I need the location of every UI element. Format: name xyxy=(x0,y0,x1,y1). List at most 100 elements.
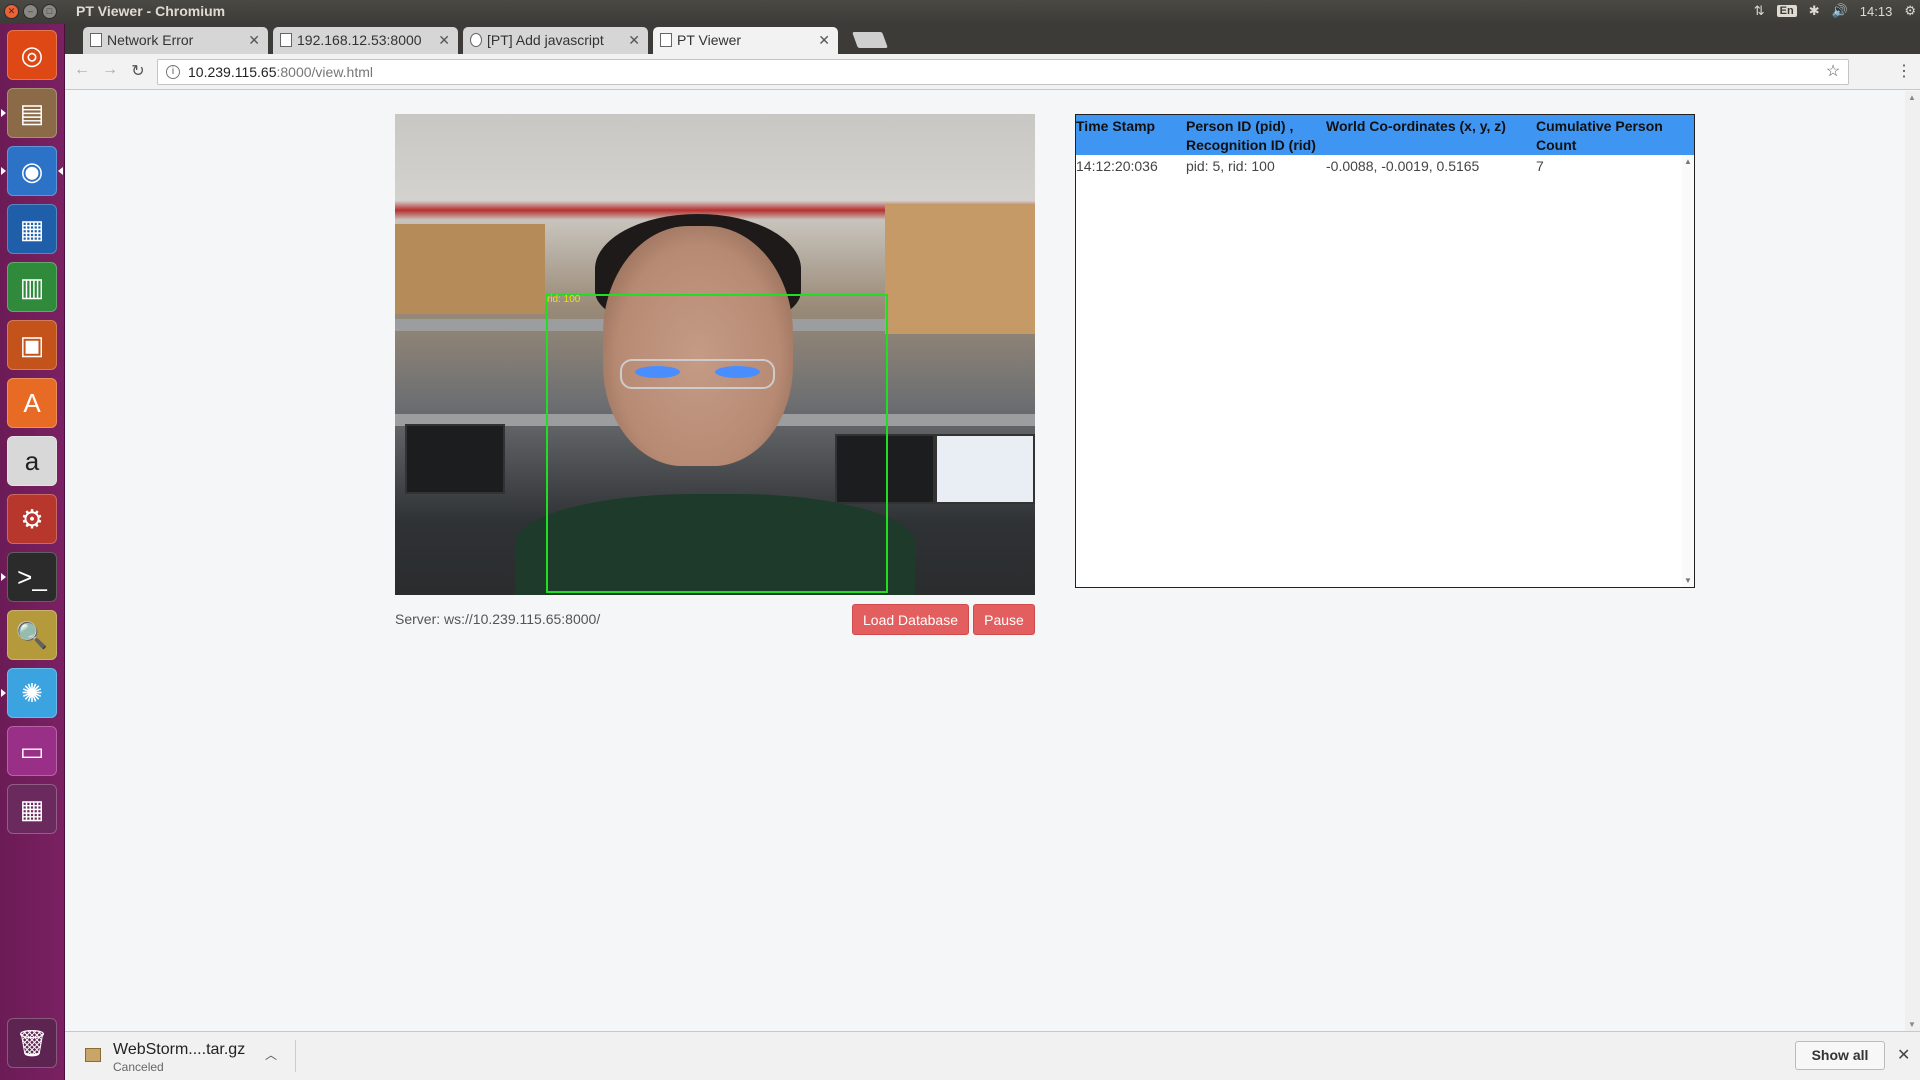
window-maximize-button[interactable]: □ xyxy=(42,4,57,19)
scroll-up-arrow-icon[interactable]: ▲ xyxy=(1684,157,1692,166)
detections-table: Time Stamp Person ID (pid) , Recognition… xyxy=(1075,114,1695,588)
divider xyxy=(295,1040,296,1072)
header-count-line1: Cumulative Person xyxy=(1536,118,1663,134)
settings-gear-icon[interactable]: ⚙ xyxy=(1904,3,1916,19)
software-center-icon[interactable]: A xyxy=(7,378,57,428)
chevron-up-icon[interactable]: ︿ xyxy=(265,1046,277,1063)
keyboard-layout-indicator[interactable]: En xyxy=(1776,5,1797,17)
monitor xyxy=(935,434,1035,504)
page-icon xyxy=(280,33,292,47)
table-header: Time Stamp Person ID (pid) , Recognition… xyxy=(1076,115,1694,155)
writer-icon[interactable]: ▦ xyxy=(7,204,57,254)
cell-ids: pid: 5, rid: 100 xyxy=(1186,158,1275,174)
reload-icon[interactable]: ↻ xyxy=(127,61,149,81)
network-icon[interactable]: ⇅ xyxy=(1754,3,1765,19)
impress-icon[interactable]: ▣ xyxy=(7,320,57,370)
bookmark-star-icon[interactable]: ☆ xyxy=(1818,60,1848,84)
download-filename[interactable]: WebStorm....tar.gz xyxy=(113,1041,245,1059)
calc-icon[interactable]: ▥ xyxy=(7,262,57,312)
cell-timestamp: 14:12:20:036 xyxy=(1076,158,1158,174)
window-minimize-button[interactable]: – xyxy=(23,4,38,19)
app-window-icon[interactable]: ▭ xyxy=(7,726,57,776)
launcher: ◎ ▤ ◉ ▦ ▥ ▣ A a ⚙ >_ 🔍 ✺ ▭ ▦ 🗑 xyxy=(0,24,65,1080)
download-shelf: WebStorm....tar.gz Canceled ︿ Show all ✕ xyxy=(65,1031,1920,1080)
recognition-label: rid: 100 xyxy=(547,294,581,305)
tab-label: 192.168.12.53:8000 xyxy=(297,32,422,48)
header-count-line2: Count xyxy=(1536,137,1577,153)
tab-close-icon[interactable]: ✕ xyxy=(438,27,450,53)
window-close-button[interactable]: ✕ xyxy=(4,4,19,19)
tab-ip-address[interactable]: 192.168.12.53:8000 ✕ xyxy=(273,27,458,54)
site-info-icon[interactable]: i xyxy=(166,65,180,79)
tab-close-icon[interactable]: ✕ xyxy=(628,27,640,53)
dash-home-icon[interactable]: ◎ xyxy=(7,30,57,80)
tab-strip: Network Error ✕ 192.168.12.53:8000 ✕ [PT… xyxy=(65,24,1920,54)
page-content: rid: 100 Server: ws://10.239.115.65:8000… xyxy=(65,91,1905,1031)
github-icon xyxy=(470,33,482,47)
volume-icon[interactable]: 🔊 xyxy=(1832,3,1848,19)
header-timestamp: Time Stamp xyxy=(1076,118,1156,134)
clock[interactable]: 14:13 xyxy=(1860,4,1893,19)
table-scrollbar[interactable]: ▲ ▼ xyxy=(1682,155,1694,587)
cell-count: 7 xyxy=(1536,158,1544,174)
server-address: Server: ws://10.239.115.65:8000/ xyxy=(395,611,601,627)
image-viewer-icon[interactable]: 🔍 xyxy=(7,610,57,660)
scroll-down-arrow-icon[interactable]: ▼ xyxy=(1908,1020,1916,1029)
header-person-id: Person ID (pid) , Recognition ID (rid) xyxy=(1186,117,1316,155)
system-settings-icon[interactable]: ⚙ xyxy=(7,494,57,544)
top-panel: ✕ – □ PT Viewer - Chromium ⇅ En ✱ 🔊 14:1… xyxy=(0,0,1920,24)
header-world-coordinates: World Co-ordinates (x, y, z) xyxy=(1326,118,1506,134)
running-indicator xyxy=(1,167,6,175)
new-tab-button[interactable] xyxy=(852,32,888,48)
header-person-id-line1: Person ID (pid) , xyxy=(1186,118,1294,134)
pause-button[interactable]: Pause xyxy=(973,604,1035,635)
url-host: 10.239.115.65 xyxy=(188,64,277,80)
terminal-icon[interactable]: >_ xyxy=(7,552,57,602)
active-indicator xyxy=(58,167,63,175)
load-database-button[interactable]: Load Database xyxy=(852,604,969,635)
chromium-icon[interactable]: ◉ xyxy=(7,146,57,196)
running-indicator xyxy=(1,109,6,117)
monitor xyxy=(405,424,505,494)
address-bar[interactable]: i 10.239.115.65:8000/view.html ☆ xyxy=(157,59,1849,85)
tab-label: PT Viewer xyxy=(677,32,742,48)
tab-label: [PT] Add javascript xyxy=(487,32,604,48)
scroll-up-arrow-icon[interactable]: ▲ xyxy=(1908,93,1916,102)
cardboard-box xyxy=(885,204,1035,334)
download-status: Canceled xyxy=(113,1060,164,1074)
close-icon[interactable]: ✕ xyxy=(1897,1045,1910,1065)
camera-feed: rid: 100 xyxy=(395,114,1035,595)
header-person-id-line2: Recognition ID (rid) xyxy=(1186,137,1316,153)
running-indicator xyxy=(1,573,6,581)
browser-menu-icon[interactable]: ⋮ xyxy=(1896,61,1912,81)
tab-close-icon[interactable]: ✕ xyxy=(818,27,830,53)
page-icon xyxy=(90,33,102,47)
browser-chrome: Network Error ✕ 192.168.12.53:8000 ✕ [PT… xyxy=(65,24,1920,90)
tab-network-error[interactable]: Network Error ✕ xyxy=(83,27,268,54)
trash-icon[interactable]: 🗑 xyxy=(7,1018,57,1068)
workspace-switcher-icon[interactable]: ▦ xyxy=(7,784,57,834)
files-icon[interactable]: ▤ xyxy=(7,88,57,138)
browser-toolbar: ← → ↻ i 10.239.115.65:8000/view.html ☆ ⋮ xyxy=(65,54,1920,90)
amazon-icon[interactable]: a xyxy=(7,436,57,486)
face-detection-box xyxy=(546,294,888,593)
tab-close-icon[interactable]: ✕ xyxy=(248,27,260,53)
forward-arrow-icon[interactable]: → xyxy=(99,61,121,79)
back-arrow-icon[interactable]: ← xyxy=(71,61,93,79)
system-monitor-icon[interactable]: ✺ xyxy=(7,668,57,718)
window-title: PT Viewer - Chromium xyxy=(76,3,226,19)
tab-github[interactable]: [PT] Add javascript ✕ xyxy=(463,27,648,54)
tab-pt-viewer[interactable]: PT Viewer ✕ xyxy=(653,27,838,54)
show-all-button[interactable]: Show all xyxy=(1795,1041,1885,1070)
page-scrollbar[interactable]: ▲ ▼ xyxy=(1905,91,1920,1031)
running-indicator xyxy=(1,689,6,697)
archive-icon xyxy=(85,1048,101,1062)
bluetooth-icon[interactable]: ✱ xyxy=(1809,3,1820,19)
page-icon xyxy=(660,33,672,47)
scroll-down-arrow-icon[interactable]: ▼ xyxy=(1684,576,1692,585)
header-count: Cumulative Person Count xyxy=(1536,117,1663,155)
cell-world-coordinates: -0.0088, -0.0019, 0.5165 xyxy=(1326,158,1480,174)
panel-indicators: ⇅ En ✱ 🔊 14:13 ⚙ xyxy=(1754,3,1916,19)
tab-label: Network Error xyxy=(107,32,194,48)
cardboard-box xyxy=(395,224,545,314)
